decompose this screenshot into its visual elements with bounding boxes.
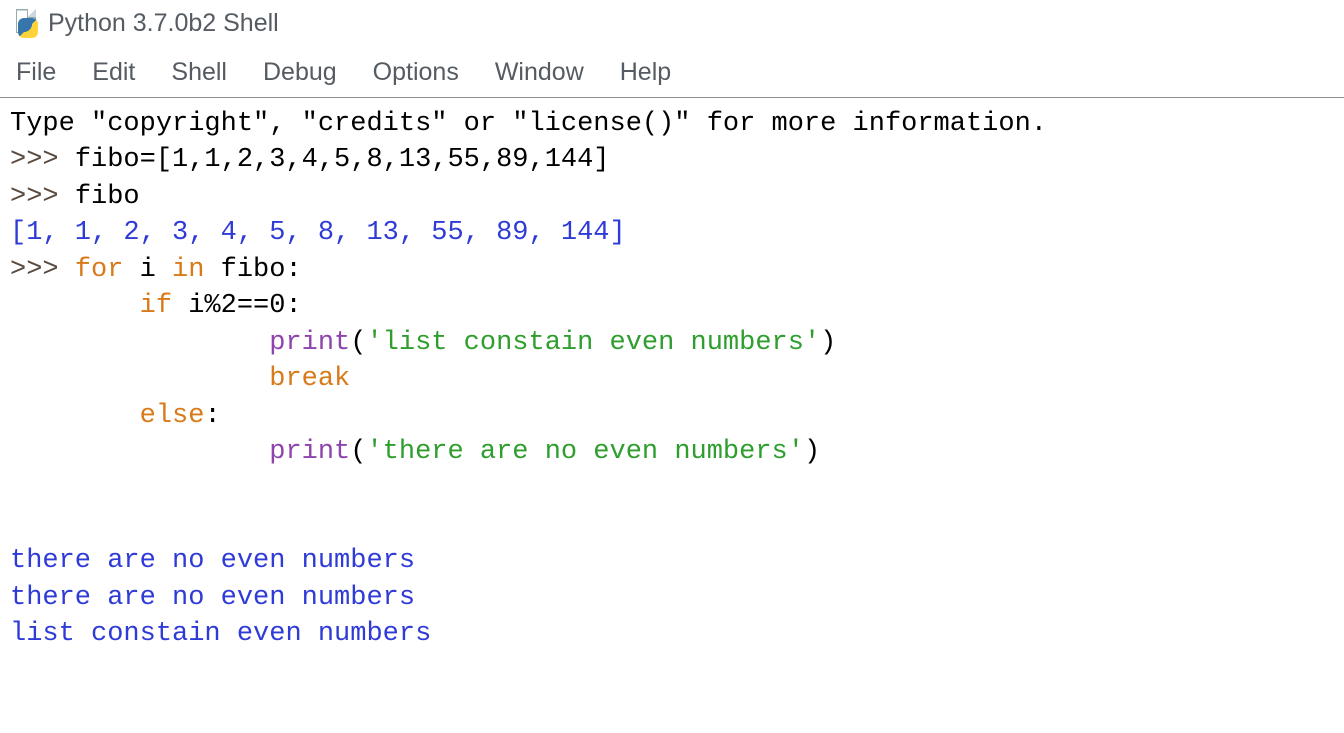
kw-else: else bbox=[140, 401, 205, 431]
titlebar: Python 3.7.0b2 Shell bbox=[0, 0, 1344, 42]
menu-file[interactable]: File bbox=[16, 58, 56, 87]
prompt: >>> bbox=[10, 145, 75, 175]
indent bbox=[10, 364, 269, 394]
indent bbox=[10, 328, 269, 358]
menu-shell[interactable]: Shell bbox=[171, 58, 227, 87]
string-literal: 'list constain even numbers' bbox=[366, 328, 820, 358]
menubar: File Edit Shell Debug Options Window Hel… bbox=[0, 42, 1344, 97]
menu-options[interactable]: Options bbox=[373, 58, 459, 87]
fn-print: print bbox=[269, 437, 350, 467]
prompt: >>> bbox=[10, 182, 75, 212]
paren-close: ) bbox=[820, 328, 836, 358]
paren-open: ( bbox=[350, 437, 366, 467]
if-cond: i%2==0: bbox=[172, 291, 302, 321]
stdout-line: list constain even numbers bbox=[10, 619, 431, 649]
shell-output-area[interactable]: Type "copyright", "credits" or "license(… bbox=[0, 98, 1344, 661]
indent bbox=[10, 401, 140, 431]
string-literal: 'there are no even numbers' bbox=[366, 437, 803, 467]
paren-close: ) bbox=[804, 437, 820, 467]
prompt: >>> bbox=[10, 255, 75, 285]
window-title: Python 3.7.0b2 Shell bbox=[48, 9, 279, 38]
output-repr: [1, 1, 2, 3, 4, 5, 8, 13, 55, 89, 144] bbox=[10, 218, 626, 248]
menu-help[interactable]: Help bbox=[620, 58, 671, 87]
fn-print: print bbox=[269, 328, 350, 358]
for-tail: fibo: bbox=[204, 255, 301, 285]
menu-edit[interactable]: Edit bbox=[92, 58, 135, 87]
code-line-2: fibo bbox=[75, 182, 140, 212]
banner-text: Type "copyright", "credits" or "license(… bbox=[10, 109, 1047, 139]
menu-debug[interactable]: Debug bbox=[263, 58, 337, 87]
paren-open: ( bbox=[350, 328, 366, 358]
indent bbox=[10, 437, 269, 467]
kw-break: break bbox=[269, 364, 350, 394]
menu-window[interactable]: Window bbox=[495, 58, 584, 87]
indent bbox=[10, 291, 140, 321]
kw-if: if bbox=[140, 291, 172, 321]
else-colon: : bbox=[204, 401, 220, 431]
python-file-icon bbox=[14, 8, 40, 38]
stdout-line: there are no even numbers bbox=[10, 583, 415, 613]
kw-in: in bbox=[172, 255, 204, 285]
kw-for: for bbox=[75, 255, 124, 285]
for-var: i bbox=[123, 255, 172, 285]
code-line-1: fibo=[1,1,2,3,4,5,8,13,55,89,144] bbox=[75, 145, 610, 175]
stdout-line: there are no even numbers bbox=[10, 546, 415, 576]
